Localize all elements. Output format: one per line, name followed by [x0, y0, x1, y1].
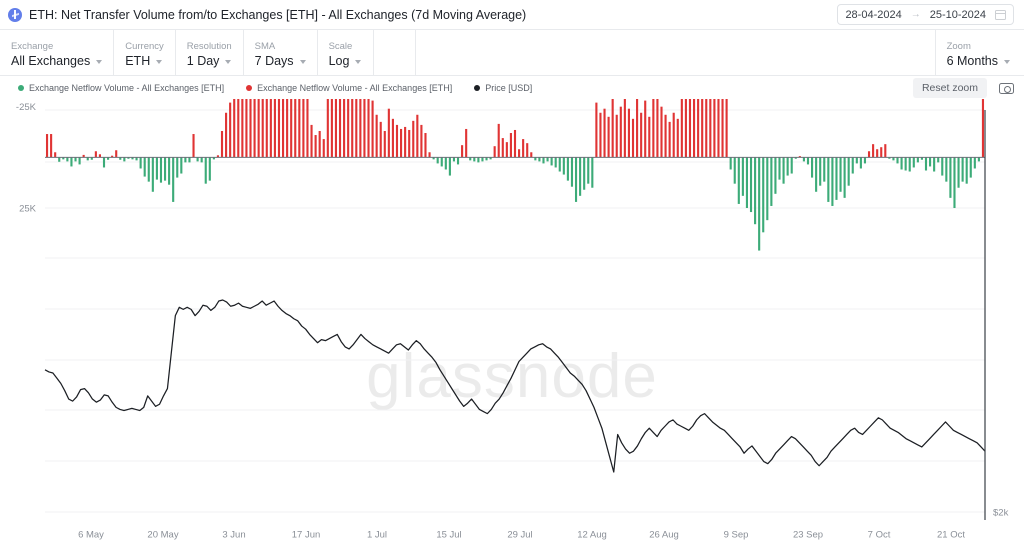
eth-badge-icon [8, 7, 22, 22]
date-range-arrow: → [910, 9, 921, 20]
chart-legend: Exchange Netflow Volume - All Exchanges … [0, 76, 1024, 99]
svg-text:9 Sep: 9 Sep [724, 530, 749, 541]
chart-app: ETH: Net Transfer Volume from/to Exchang… [0, 0, 1024, 547]
chevron-down-icon [96, 60, 103, 64]
camera-icon[interactable] [999, 81, 1014, 94]
svg-text:17 Jun: 17 Jun [292, 530, 321, 541]
svg-text:1 Jul: 1 Jul [367, 530, 387, 541]
legend-label: Exchange Netflow Volume - All Exchanges … [29, 82, 225, 93]
legend-color-swatch [246, 84, 253, 91]
chart-toolbar: Exchange All Exchanges Currency ETH Reso… [0, 30, 1024, 76]
select-sma-value: 7 Days [254, 54, 294, 68]
svg-text:25K: 25K [19, 204, 37, 215]
chevron-down-icon [1004, 60, 1010, 64]
legend-item-netflow-negative[interactable]: Exchange Netflow Volume - All Exchanges … [246, 83, 452, 93]
select-zoom[interactable]: Zoom 6 Months [934, 30, 1024, 75]
legend-item-price[interactable]: Price [USD] [474, 83, 532, 93]
select-currency-value: ETH [125, 54, 151, 68]
svg-text:23 Sep: 23 Sep [793, 530, 823, 541]
svg-text:12 Aug: 12 Aug [577, 530, 607, 541]
select-sma[interactable]: SMA 7 Days [244, 30, 318, 75]
date-to-value[interactable]: 25-10-2024 [930, 9, 986, 21]
select-resolution-label: Resolution [186, 41, 232, 52]
select-zoom-value: 6 Months [946, 54, 998, 68]
chevron-down-icon [156, 60, 163, 64]
chart-canvas[interactable]: 25K-25K-75K-125K$2k6 May20 May3 Jun17 Ju… [0, 99, 1024, 547]
select-resolution-value: 1 Day [186, 54, 220, 68]
svg-text:6 May: 6 May [78, 530, 104, 541]
svg-text:20 May: 20 May [147, 530, 178, 541]
legend-label: Price [USD] [485, 82, 533, 93]
svg-text:3 Jun: 3 Jun [222, 530, 245, 541]
select-scale-value: Log [328, 54, 350, 68]
select-exchange-value: All Exchanges [11, 54, 91, 68]
select-scale[interactable]: Scale Log [318, 30, 374, 75]
toolbar-divider [374, 30, 416, 75]
chevron-down-icon [355, 60, 362, 64]
title-group: ETH: Net Transfer Volume from/to Exchang… [8, 7, 837, 22]
svg-text:29 Jul: 29 Jul [507, 530, 532, 541]
calendar-icon[interactable] [995, 9, 1006, 20]
select-scale-label: Scale [328, 41, 353, 52]
legend-color-swatch [474, 84, 481, 91]
svg-text:21 Oct: 21 Oct [937, 530, 965, 541]
legend-item-netflow-positive[interactable]: Exchange Netflow Volume - All Exchanges … [18, 83, 224, 93]
legend-actions: Reset zoom [912, 77, 1014, 98]
svg-text:$2k: $2k [993, 508, 1009, 519]
date-from-value[interactable]: 28-04-2024 [845, 9, 901, 21]
svg-text:26 Aug: 26 Aug [649, 530, 679, 541]
chart-header: ETH: Net Transfer Volume from/to Exchang… [0, 0, 1024, 30]
select-currency-label: Currency [125, 41, 164, 52]
svg-text:-25K: -25K [16, 102, 37, 113]
svg-text:15 Jul: 15 Jul [436, 530, 461, 541]
select-resolution[interactable]: Resolution 1 Day [176, 30, 244, 75]
chart-plot-area[interactable]: glassnode 25K-25K-75K-125K$2k6 May20 May… [0, 99, 1024, 547]
legend-color-swatch [18, 84, 24, 91]
reset-zoom-button[interactable]: Reset zoom [912, 77, 987, 98]
select-sma-label: SMA [254, 41, 276, 52]
select-currency[interactable]: Currency ETH [114, 30, 176, 75]
select-exchange-label: Exchange [11, 41, 54, 52]
svg-text:7 Oct: 7 Oct [868, 530, 891, 541]
date-range-picker[interactable]: 28-04-2024 → 25-10-2024 [837, 4, 1014, 25]
select-exchange[interactable]: Exchange All Exchanges [0, 30, 115, 75]
page-title: ETH: Net Transfer Volume from/to Exchang… [29, 7, 527, 22]
toolbar-controls: Exchange All Exchanges Currency ETH Reso… [0, 30, 416, 75]
chevron-down-icon [225, 60, 232, 64]
chevron-down-icon [299, 60, 306, 64]
legend-label: Exchange Netflow Volume - All Exchanges … [257, 82, 453, 93]
select-zoom-label: Zoom [946, 41, 971, 52]
